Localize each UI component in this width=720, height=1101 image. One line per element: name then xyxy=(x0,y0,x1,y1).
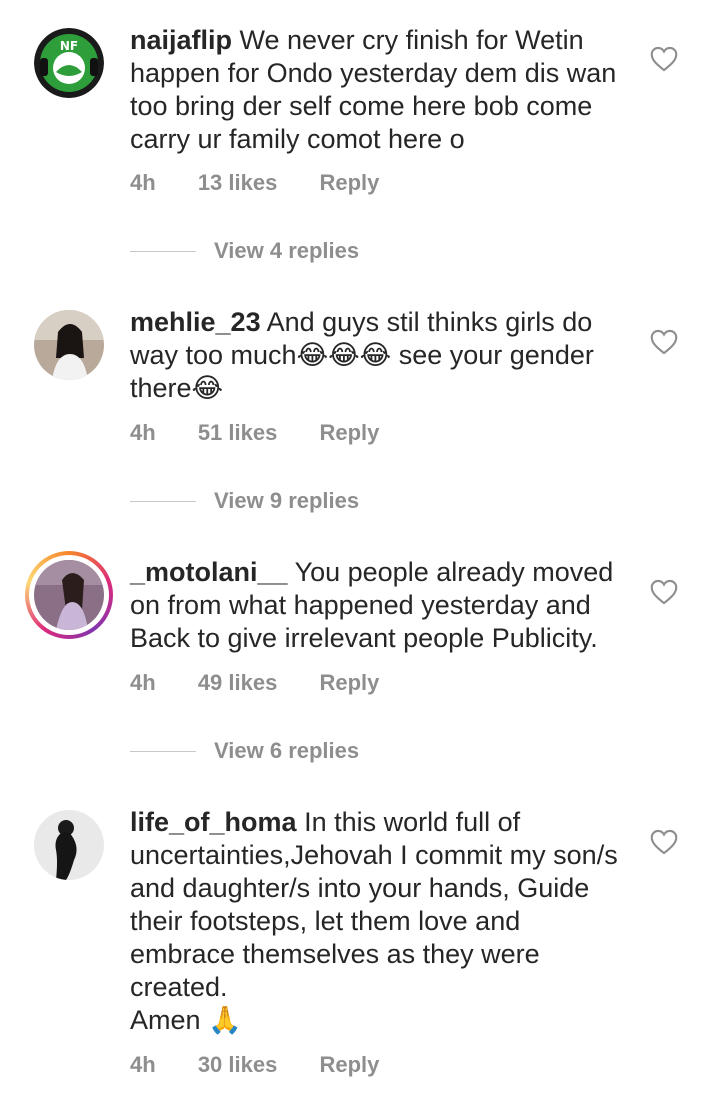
comment-meta: 4h 51 likes Reply xyxy=(130,420,415,446)
timestamp: 4h xyxy=(130,420,156,445)
comment-text: _motolani__ You people already moved on … xyxy=(130,556,630,655)
user-photo-avatar xyxy=(34,810,104,880)
naijaflip-logo-avatar: NF xyxy=(34,28,104,98)
username[interactable]: life_of_homa xyxy=(130,807,297,837)
timestamp: 4h xyxy=(130,1052,156,1077)
username[interactable]: naijaflip xyxy=(130,25,232,55)
reply-button[interactable]: Reply xyxy=(319,670,379,695)
divider xyxy=(130,250,196,252)
comment-body: In this world full of uncertainties,Jeho… xyxy=(130,807,618,1035)
comment-meta: 4h 49 likes Reply xyxy=(130,670,415,696)
likes-count[interactable]: 49 likes xyxy=(198,670,278,695)
heart-icon[interactable] xyxy=(650,829,678,855)
comment-text: mehlie_23 And guys stil thinks girls do … xyxy=(130,306,630,405)
heart-icon[interactable] xyxy=(650,579,678,605)
avatar-story-ring[interactable] xyxy=(25,551,113,639)
comment-meta: 4h 13 likes Reply xyxy=(130,170,415,196)
view-replies-button[interactable]: View 4 replies xyxy=(130,238,359,264)
avatar[interactable] xyxy=(34,810,104,880)
username[interactable]: mehlie_23 xyxy=(130,307,261,337)
likes-count[interactable]: 30 likes xyxy=(198,1052,278,1077)
divider xyxy=(130,500,196,502)
reply-button[interactable]: Reply xyxy=(319,420,379,445)
user-photo-avatar xyxy=(34,560,104,630)
avatar[interactable]: NF xyxy=(34,28,104,98)
divider xyxy=(130,750,196,752)
svg-text:NF: NF xyxy=(60,39,78,53)
avatar[interactable] xyxy=(34,310,104,380)
view-replies-label: View 9 replies xyxy=(214,488,360,513)
timestamp: 4h xyxy=(130,670,156,695)
username[interactable]: _motolani__ xyxy=(130,557,288,587)
view-replies-label: View 4 replies xyxy=(214,238,360,263)
heart-icon[interactable] xyxy=(650,46,678,72)
comment-text: life_of_homa In this world full of uncer… xyxy=(130,806,630,1037)
timestamp: 4h xyxy=(130,170,156,195)
view-replies-button[interactable]: View 9 replies xyxy=(130,488,359,514)
view-replies-label: View 6 replies xyxy=(214,738,360,763)
likes-count[interactable]: 13 likes xyxy=(198,170,278,195)
avatar xyxy=(34,560,104,630)
comment-text: naijaflip We never cry finish for Wetin … xyxy=(130,24,630,156)
comment-meta: 4h 30 likes Reply xyxy=(130,1052,415,1078)
likes-count[interactable]: 51 likes xyxy=(198,420,278,445)
reply-button[interactable]: Reply xyxy=(319,1052,379,1077)
view-replies-button[interactable]: View 6 replies xyxy=(130,738,359,764)
heart-icon[interactable] xyxy=(650,329,678,355)
user-photo-avatar xyxy=(34,310,104,380)
reply-button[interactable]: Reply xyxy=(319,170,379,195)
